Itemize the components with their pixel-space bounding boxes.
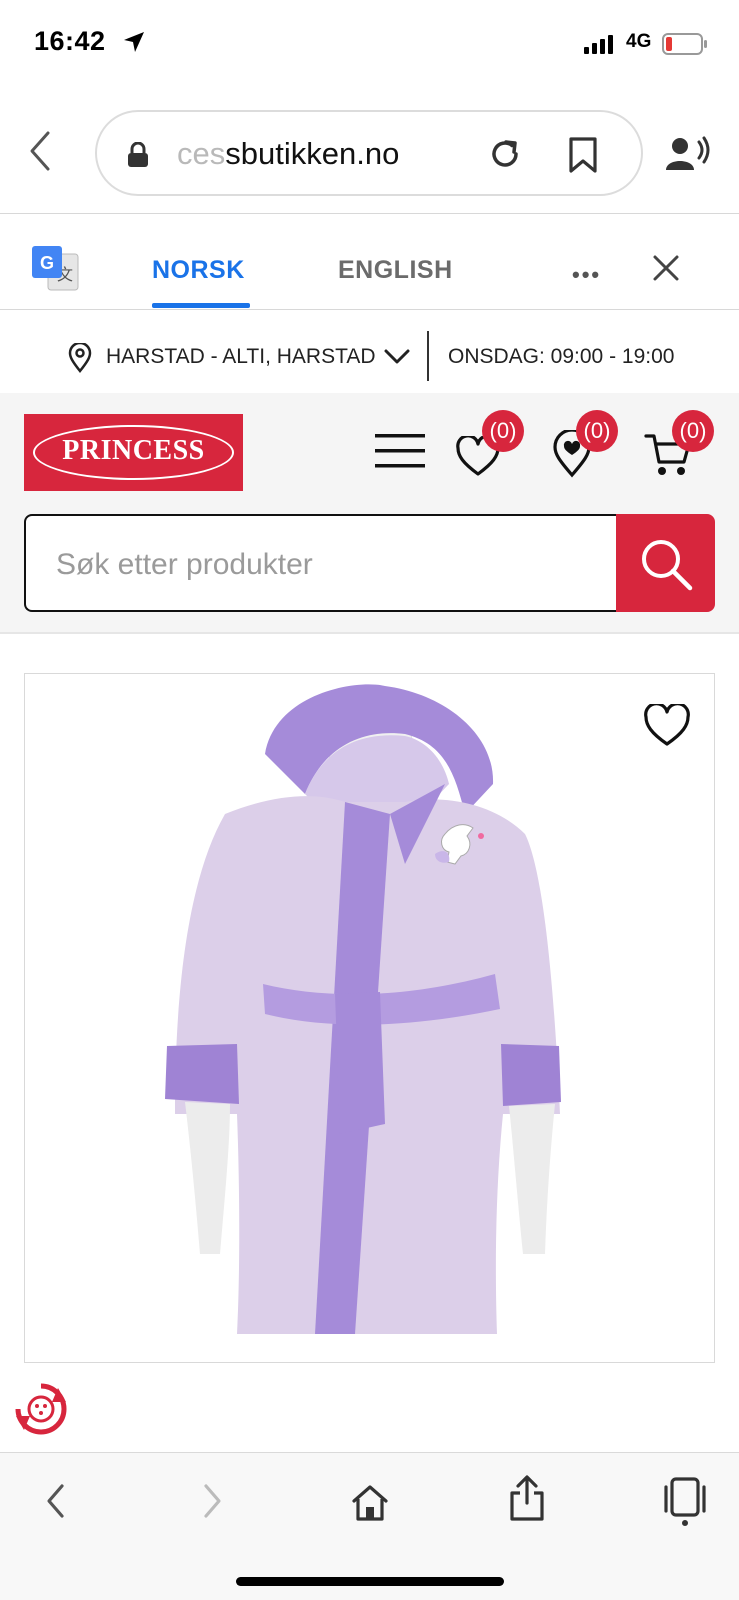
- more-options-button[interactable]: •••: [572, 262, 601, 288]
- lock-icon: [127, 141, 149, 173]
- product-card[interactable]: [24, 673, 715, 1363]
- bookmark-icon[interactable]: [567, 136, 599, 179]
- home-icon[interactable]: [350, 1483, 390, 1528]
- status-time: 16:42: [34, 26, 106, 56]
- share-icon[interactable]: [508, 1475, 546, 1526]
- logo-text: PRINCESS: [62, 435, 205, 466]
- google-translate-icon[interactable]: 文 G: [32, 246, 80, 297]
- battery-icon: [662, 33, 708, 60]
- location-arrow-icon: [122, 30, 146, 59]
- signal-icon: [584, 34, 618, 59]
- search-icon: [642, 540, 693, 591]
- home-indicator: [236, 1577, 504, 1586]
- browser-toolbar: [0, 1452, 739, 1600]
- divider: [427, 331, 429, 381]
- search-button[interactable]: [616, 514, 715, 612]
- location-pin-icon: [68, 341, 92, 378]
- search-placeholder: Søk etter produkter: [56, 548, 313, 581]
- url-domain: sbutikken.no: [225, 136, 400, 171]
- active-tab-indicator: [152, 303, 250, 308]
- cart-count-badge: (0): [672, 410, 714, 452]
- stores-count-badge: (0): [576, 410, 618, 452]
- status-bar: 16:42 4G: [0, 0, 739, 92]
- recycle-icon[interactable]: [14, 1382, 68, 1441]
- url-faded: ces: [177, 136, 226, 171]
- opening-hours: ONSDAG: 09:00 - 19:00: [448, 345, 675, 368]
- menu-icon[interactable]: [375, 434, 425, 473]
- tabs-icon[interactable]: [664, 1477, 706, 1532]
- tab-norsk[interactable]: NORSK: [152, 256, 245, 285]
- store-selector-row: HARSTAD - ALTI, HARSTAD ONSDAG: 09:00 - …: [0, 311, 739, 393]
- back-icon[interactable]: [28, 130, 52, 177]
- network-type: 4G: [626, 31, 652, 52]
- url-text: cessbutikken.no: [177, 136, 399, 172]
- store-name[interactable]: HARSTAD - ALTI, HARSTAD: [106, 345, 376, 369]
- princess-logo[interactable]: PRINCESS: [24, 414, 243, 491]
- forward-icon[interactable]: [200, 1483, 224, 1524]
- tab-english[interactable]: ENGLISH: [338, 256, 453, 285]
- reload-icon[interactable]: [487, 136, 523, 177]
- wishlist-count-badge: (0): [482, 410, 524, 452]
- address-bar[interactable]: cessbutikken.no: [95, 110, 643, 196]
- chevron-down-icon[interactable]: [384, 349, 410, 370]
- favorite-icon[interactable]: [643, 702, 691, 753]
- header-divider: [0, 632, 739, 634]
- svg-text:G: G: [40, 253, 54, 273]
- back-icon[interactable]: [44, 1483, 68, 1524]
- product-image[interactable]: [25, 674, 714, 1362]
- search-input[interactable]: Søk etter produkter: [24, 514, 616, 612]
- reader-voice-icon[interactable]: [666, 136, 712, 179]
- close-icon[interactable]: [652, 254, 680, 287]
- translate-bar: 文 G NORSK ENGLISH •••: [0, 213, 739, 310]
